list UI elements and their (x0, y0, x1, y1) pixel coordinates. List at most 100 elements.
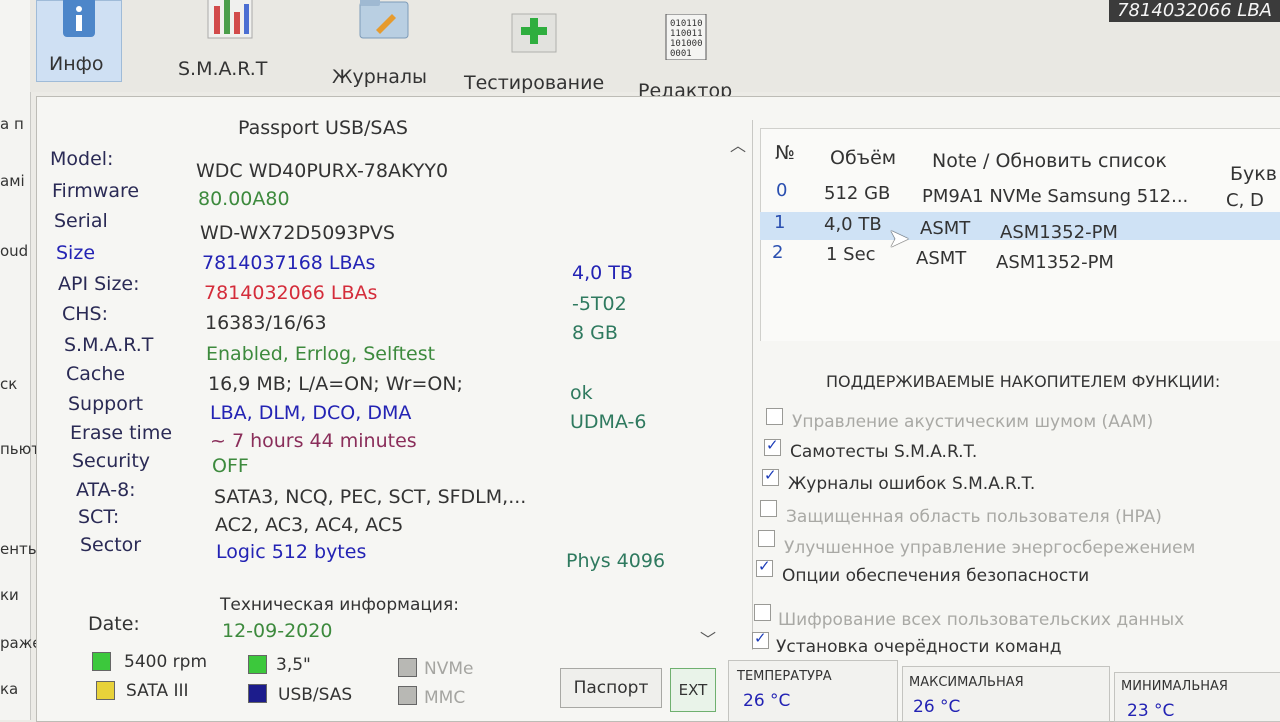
scroll-down-icon[interactable]: ﹀ (700, 626, 716, 650)
field-label-ata8: ATA-8: (76, 479, 136, 501)
tab-testing-label: Тестирование (464, 72, 605, 94)
drive-row-letters: C, D (1226, 190, 1264, 211)
bg-text: енты (0, 540, 40, 558)
legend-mmc: MMC (424, 688, 466, 708)
tab-logs-label: Журналы (332, 66, 427, 88)
feature-checkbox-hpa[interactable] (760, 500, 777, 517)
svg-text:110011: 110011 (670, 29, 703, 39)
legend-form-factor: 3,5" (276, 655, 311, 675)
legend-swatch-rpm (92, 652, 111, 671)
info-icon (63, 0, 95, 37)
field-label-erase-time: Erase time (70, 422, 173, 444)
field-value-security: OFF (212, 455, 249, 477)
drive-row-size: 512 GB (824, 183, 891, 204)
drive-row-size: 1 Sec (826, 244, 876, 265)
feature-label-encryption: Шифрование всех пользовательских данных (778, 610, 1185, 630)
temp-current-label: ТЕМПЕРАТУРА (737, 669, 832, 684)
tech-info-label: Техническая информация: (220, 595, 459, 615)
features-title: ПОДДЕРЖИВАЕМЫЕ НАКОПИТЕЛЕМ ФУНКЦИИ: (826, 372, 1221, 391)
field-label-security: Security (72, 450, 151, 472)
toolbar: Инфо S.M.A.R.T Журналы Тестирование 0101… (30, 0, 1280, 102)
tab-editor[interactable]: 010110 110011 101000 0001 Редактор (634, 0, 744, 102)
feature-label-ncq: Установка очерёдности команд (776, 637, 1062, 657)
field-value-serial: WD-WX72D5093PVS (200, 222, 395, 244)
feature-label-selftest: Самотесты S.M.A.R.T. (790, 442, 978, 462)
drive-row-model: ASM1352-PM (1000, 222, 1118, 243)
temperature-current-box: ТЕМПЕРАТУРА 26 °C (728, 660, 898, 722)
drive-col-note-refresh[interactable]: Note / Обновить список (932, 150, 1167, 172)
tab-info[interactable]: Инфо (36, 0, 122, 82)
drive-row-size: 4,0 TB (824, 214, 882, 235)
drive-row[interactable]: 0 512 GB PM9A1 NVMe Samsung 512... C, D (760, 180, 1280, 211)
field-value-sector: Logic 512 bytes (216, 541, 367, 563)
field-value-model: WDC WD40PURX-78AKYY0 (196, 160, 449, 182)
field-extra-sector: Phys 4096 (566, 550, 666, 572)
passport-title: Passport USB/SAS (238, 117, 408, 139)
drive-col-size[interactable]: Объём (830, 147, 896, 169)
drive-row[interactable]: 2 1 Sec ASMT ASM1352-PM (760, 242, 1280, 273)
scroll-up-icon[interactable]: ︿ (730, 132, 746, 156)
drive-row-number: 0 (776, 180, 788, 201)
drive-col-number[interactable]: № (775, 142, 795, 164)
field-label-cache: Cache (66, 363, 126, 385)
folder-icon (359, 0, 409, 39)
field-value-smart: Enabled, Errlog, Selftest (206, 343, 436, 365)
corner-lba-readout: 7814032066 LBA (1109, 0, 1280, 22)
panel-divider (752, 120, 753, 650)
feature-checkbox-errlog[interactable] (762, 466, 779, 486)
feature-checkbox-encryption[interactable] (754, 604, 771, 621)
field-label-serial: Serial (54, 210, 108, 232)
field-value-cache: 16,9 MB; L/A=ON; Wr=ON; (208, 373, 463, 395)
passport-button[interactable]: Паспорт (560, 668, 662, 708)
legend-usb-sas: USB/SAS (278, 685, 353, 705)
field-label-api-size: API Size: (58, 273, 140, 295)
field-value-firmware: 80.00A80 (198, 188, 290, 210)
legend-nvme: NVMe (424, 659, 474, 679)
field-extra-support: UDMA-6 (570, 411, 647, 433)
feature-checkbox-selftest[interactable] (764, 436, 781, 456)
field-label-support: Support (68, 393, 144, 415)
bg-text: а п (0, 115, 24, 133)
drive-row-number: 2 (772, 242, 784, 263)
temperature-min-box: МИНИМАЛЬНАЯ 23 °C (1114, 672, 1280, 722)
field-label-smart: S.M.A.R.T (64, 334, 154, 356)
feature-checkbox-apm[interactable] (758, 530, 775, 547)
feature-checkbox-aam[interactable] (766, 408, 783, 425)
legend-sata: SATA III (126, 681, 189, 701)
drive-row-model: ASM1352-PM (996, 252, 1114, 273)
field-extra-chs: 8 GB (572, 322, 618, 344)
field-extra-size: 4,0 TB (572, 262, 633, 284)
field-value-chs: 16383/16/63 (205, 312, 327, 334)
legend-swatch-usb (248, 684, 267, 703)
drive-row-note: PM9A1 NVMe Samsung 512... (922, 186, 1189, 207)
field-value-ata8: SATA3, NCQ, PEC, SCT, SFDLM,... (214, 486, 527, 508)
feature-label-apm: Улучшенное управление энергосбережением (784, 538, 1196, 558)
field-label-size: Size (56, 242, 96, 264)
mouse-pointer-icon: ➤ (888, 224, 910, 254)
tab-info-label: Инфо (49, 53, 104, 75)
svg-text:0001: 0001 (670, 49, 692, 59)
drive-row-note: ASMT (920, 218, 971, 239)
field-value-api-size: 7814032066 LBAs (204, 282, 378, 304)
tab-smart[interactable]: S.M.A.R.T (170, 0, 290, 80)
bg-text: ск (0, 375, 18, 393)
feature-label-errlog: Журналы ошибок S.M.A.R.T. (788, 474, 1036, 494)
field-extra-api-size: -5T02 (572, 293, 627, 315)
feature-label-hpa: Защищенная область пользователя (HPA) (786, 507, 1162, 527)
bg-text: амі (0, 172, 25, 190)
tab-testing[interactable]: Тестирование (460, 0, 610, 94)
feature-checkbox-ncq[interactable] (752, 629, 769, 649)
field-label-chs: CHS: (62, 303, 109, 325)
field-label-sct: SCT: (78, 506, 120, 528)
chart-bars-icon (207, 0, 253, 39)
drive-row-number: 1 (774, 212, 786, 233)
drive-row-selected[interactable]: 1 4,0 TB ASMT ASM1352-PM (760, 212, 1280, 243)
field-value-size: 7814037168 LBAs (202, 252, 376, 274)
bg-text: ки (0, 586, 19, 604)
tab-logs[interactable]: Журналы (328, 0, 438, 88)
legend-swatch-form (248, 655, 267, 674)
ext-button[interactable]: EXT (670, 668, 716, 712)
binary-file-icon: 010110 110011 101000 0001 (665, 14, 707, 60)
tab-smart-label: S.M.A.R.T (178, 58, 268, 80)
feature-checkbox-security[interactable] (756, 557, 773, 577)
